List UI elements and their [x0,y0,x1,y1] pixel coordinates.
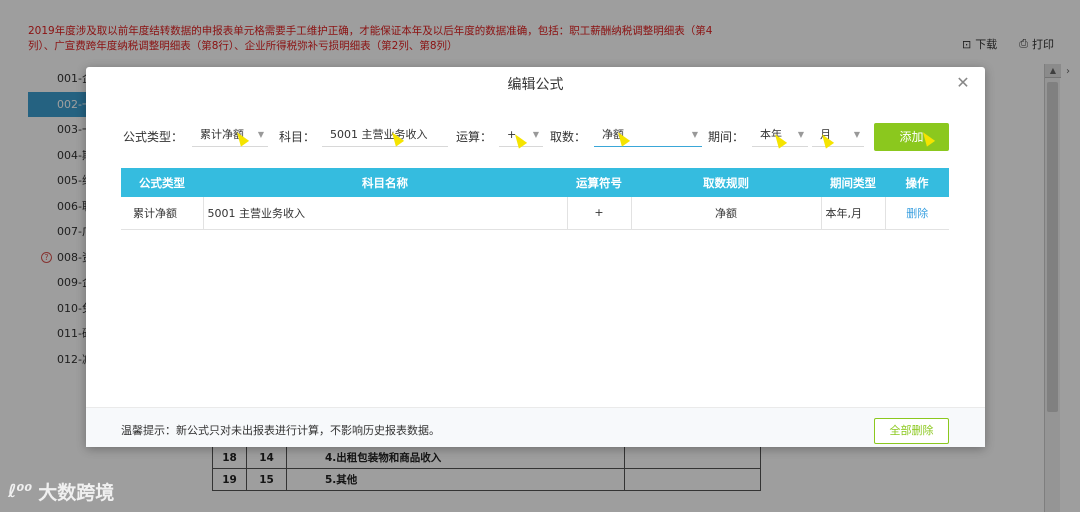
table-header-row: 公式类型 科目名称 运算符号 取数规则 期间类型 操作 [121,168,949,197]
formula-type-label: 公式类型： [123,130,184,144]
row-rule: 净额 [631,197,822,230]
row-action-cell: 删除 [885,197,949,230]
row-operator: + [567,197,632,230]
formula-table: 公式类型 科目名称 运算符号 取数规则 期间类型 操作 累计净额 5001 主营… [121,168,949,230]
operation-select[interactable]: + ▼ [499,123,543,147]
tip-text: 温馨提示：新公式只对未出报表进行计算，不影响历史报表数据。 [121,424,440,437]
fetch-select[interactable]: 净额 ▼ [594,123,702,147]
chevron-down-icon: ▼ [797,130,804,139]
operation-label: 运算： [456,130,493,144]
fetch-label: 取数： [550,130,587,144]
close-icon[interactable]: ✕ [953,73,973,93]
period-label: 期间： [708,130,745,144]
row-period: 本年,月 [821,197,886,230]
period-month-select[interactable]: 月 ▼ [812,123,864,147]
subject-input[interactable]: 5001 主营业务收入 [322,123,448,147]
row-subject: 5001 主营业务收入 [203,197,568,230]
delete-all-button[interactable]: 全部删除 [874,418,949,444]
period-year-select[interactable]: 本年 ▼ [752,123,808,147]
dialog-footer: 温馨提示：新公式只对未出报表进行计算，不影响历史报表数据。 全部删除 [86,407,985,447]
add-button[interactable]: 添加 [874,123,949,151]
chevron-down-icon: ▼ [853,130,860,139]
chevron-down-icon: ▼ [257,130,264,139]
dialog-title: 编辑公式 [507,77,564,93]
watermark: ℓ⁰⁰ 大数跨境 [8,481,115,504]
column-header: 期间类型 [821,168,885,197]
formula-type-select[interactable]: 累计净额 ▼ [192,123,268,147]
watermark-logo-icon: ℓ⁰⁰ [8,481,33,502]
column-header: 操作 [885,168,949,197]
column-header: 科目名称 [203,168,567,197]
table-row: 累计净额 5001 主营业务收入 + 净额 本年,月 删除 [121,197,949,230]
column-header: 取数规则 [631,168,821,197]
chevron-down-icon: ▼ [532,130,539,139]
subject-label: 科目： [279,130,316,144]
chevron-down-icon: ▼ [691,130,698,139]
delete-link[interactable]: 删除 [906,207,928,220]
edit-formula-dialog: 编辑公式 ✕ 公式类型： 累计净额 ▼ 科目： 5001 主营业务收入 运算： … [86,67,985,447]
column-header: 运算符号 [567,168,631,197]
column-header: 公式类型 [121,168,203,197]
row-type: 累计净额 [121,197,204,230]
